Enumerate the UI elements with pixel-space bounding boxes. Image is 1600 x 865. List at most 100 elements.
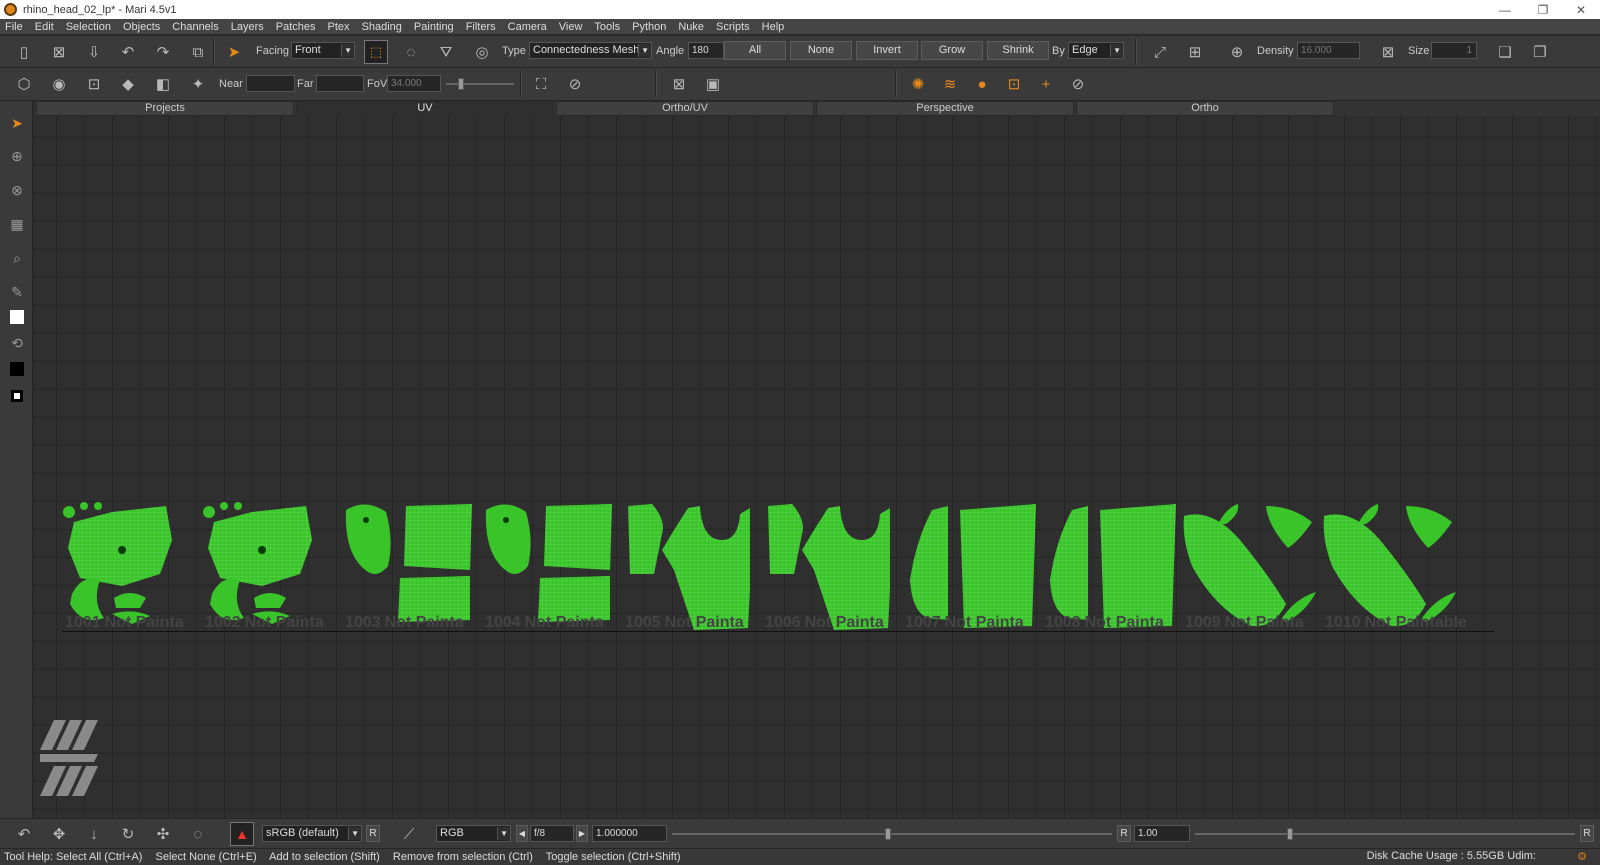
layout-icon[interactable]: ❏ <box>1493 40 1517 64</box>
save-project-icon[interactable]: ⇩ <box>82 40 106 64</box>
close-icon[interactable]: ✕ <box>1562 3 1600 17</box>
menu-ptex[interactable]: Ptex <box>328 21 350 33</box>
exposure-slider-knob[interactable] <box>884 828 891 840</box>
gamma-field[interactable]: 1.00 <box>1134 825 1190 842</box>
udim-tile[interactable]: 1006 Not Painta <box>762 500 902 632</box>
frame-selection-icon[interactable]: ⊡ <box>82 72 106 96</box>
palette-icon[interactable]: ❐ <box>1528 40 1552 64</box>
menu-file[interactable]: File <box>5 21 23 33</box>
fstop-decrease-button[interactable]: ◀ <box>516 825 528 842</box>
facing-dropdown[interactable]: Front ▼ <box>291 42 355 59</box>
menu-nuke[interactable]: Nuke <box>678 21 704 33</box>
wireframe-icon[interactable]: ⬡ <box>12 72 36 96</box>
menu-tools[interactable]: Tools <box>594 21 620 33</box>
fov-field[interactable]: 34.000 <box>387 75 441 92</box>
menu-layers[interactable]: Layers <box>231 21 264 33</box>
minimize-icon[interactable]: — <box>1486 3 1524 17</box>
move-down-icon[interactable]: ↓ <box>82 822 106 846</box>
tab-projects[interactable]: Projects <box>36 101 294 116</box>
fov-slider-track[interactable] <box>446 83 514 85</box>
camera-link-icon[interactable]: ⛶ <box>529 72 553 96</box>
paint-through-icon[interactable]: ⊕ <box>6 145 28 167</box>
grow-selection-button[interactable]: Grow <box>921 41 983 60</box>
zoom-icon[interactable]: ◌ <box>186 822 210 846</box>
udim-tile[interactable]: 1005 Not Painta <box>622 500 762 632</box>
target-box-icon[interactable]: ⊡ <box>1002 72 1026 96</box>
menu-view[interactable]: View <box>559 21 583 33</box>
zoom-brush-icon[interactable]: ⊗ <box>6 179 28 201</box>
shading-icon[interactable]: ◆ <box>116 72 140 96</box>
light-icon[interactable]: ✺ <box>906 72 930 96</box>
projector-icon[interactable]: ≋ <box>938 72 962 96</box>
swap-colors-icon[interactable]: ⟲ <box>6 332 28 354</box>
menu-edit[interactable]: Edit <box>35 21 54 33</box>
exposure-slider-track[interactable] <box>672 833 1112 835</box>
lighting-icon[interactable]: ◧ <box>151 72 175 96</box>
marquee-select-icon[interactable]: ⬚ <box>364 40 388 64</box>
tab-perspective[interactable]: Perspective <box>816 101 1074 116</box>
type-dropdown[interactable]: Connectedness Mesh ▼ <box>529 42 652 59</box>
invert-selection-button[interactable]: Invert <box>856 41 918 60</box>
near-field[interactable] <box>246 75 295 92</box>
udim-tile[interactable]: 1004 Not Painta <box>482 500 622 632</box>
lasso-select-icon[interactable]: ◌ <box>399 40 423 64</box>
gamma-reset-button[interactable]: R <box>1117 825 1131 842</box>
fill-view-icon[interactable]: ⊞ <box>1183 40 1207 64</box>
by-dropdown[interactable]: Edge ▼ <box>1068 42 1124 59</box>
pen-disabled-icon[interactable]: ⊘ <box>1066 72 1090 96</box>
menu-painting[interactable]: Painting <box>414 21 454 33</box>
udim-tile[interactable]: 1009 Not Painta <box>1182 500 1322 632</box>
search-icon[interactable]: ⌕ <box>6 247 28 269</box>
gamma-slider-knob[interactable] <box>1287 828 1293 840</box>
redo-history-icon[interactable]: ↷ <box>151 40 175 64</box>
rotate-icon[interactable]: ↻ <box>116 822 140 846</box>
eyedropper-icon[interactable]: ✎ <box>6 281 28 303</box>
select-arrow-icon[interactable]: ➤ <box>6 112 28 134</box>
undo-history-icon[interactable]: ↶ <box>116 40 140 64</box>
pan-icon[interactable]: ✥ <box>47 822 71 846</box>
camera-unlink-icon[interactable]: ⊘ <box>563 72 587 96</box>
archive-icon[interactable]: ⧉ <box>186 40 210 64</box>
transform-grid-icon[interactable]: ▦ <box>6 213 28 235</box>
uv-viewport[interactable]: 1001 Not Painta 1002 Not Painta 1003 Not Pa… <box>34 116 1600 818</box>
restore-icon[interactable]: ❐ <box>1524 3 1562 17</box>
sphere-shader-icon[interactable]: ● <box>970 72 994 96</box>
fstop-field[interactable]: f/8 <box>530 825 574 842</box>
end-reset-button[interactable]: R <box>1580 825 1594 842</box>
tab-ortho-uv[interactable]: Ortho/UV <box>556 101 814 116</box>
select-tool-icon[interactable]: ➤ <box>222 40 246 64</box>
size-field[interactable]: 1 <box>1431 42 1477 59</box>
fit-view-icon[interactable]: ⤢ <box>1148 40 1172 64</box>
menu-filters[interactable]: Filters <box>466 21 496 33</box>
shrink-selection-button[interactable]: Shrink <box>987 41 1049 60</box>
status-gear-icon[interactable]: ⚙ <box>1568 850 1596 863</box>
polygon-select-icon[interactable]: ⛛ <box>434 40 458 64</box>
tab-ortho[interactable]: Ortho <box>1076 101 1334 116</box>
exposure-field[interactable]: 1.000000 <box>592 825 667 842</box>
menu-shading[interactable]: Shading <box>362 21 402 33</box>
colorspace-dropdown[interactable]: sRGB (default) ▼ <box>262 825 362 842</box>
udim-tile[interactable]: 1007 Not Painta <box>902 500 1042 632</box>
udim-tile[interactable]: 1001 Not Painta <box>62 500 202 632</box>
channel-dropdown[interactable]: RGB ▼ <box>436 825 511 842</box>
menu-objects[interactable]: Objects <box>123 21 160 33</box>
density-field[interactable]: 16.000 <box>1297 42 1360 59</box>
menu-channels[interactable]: Channels <box>172 21 218 33</box>
lut-icon[interactable]: ⟋ <box>397 822 421 846</box>
add-icon[interactable]: + <box>1034 72 1058 96</box>
reset-colors-icon[interactable] <box>6 385 28 407</box>
close-project-icon[interactable]: ⊠ <box>47 40 71 64</box>
menu-python[interactable]: Python <box>632 21 666 33</box>
fstop-increase-button[interactable]: ▶ <box>576 825 588 842</box>
colorspace-reset-button[interactable]: R <box>366 825 380 842</box>
udim-tile[interactable]: 1002 Not Painta <box>202 500 342 632</box>
gamma-slider-track[interactable] <box>1195 833 1575 835</box>
eye-view-icon[interactable]: ◉ <box>47 72 71 96</box>
rotate-left-icon[interactable]: ↶ <box>12 822 36 846</box>
color-manager-icon[interactable]: ▲ <box>230 822 254 846</box>
angle-field[interactable]: 180 <box>688 42 724 59</box>
menu-scripts[interactable]: Scripts <box>716 21 750 33</box>
globe-density-icon[interactable]: ⊕ <box>1225 40 1249 64</box>
new-project-icon[interactable]: ▯ <box>12 40 36 64</box>
mesh-display-icon[interactable]: ✦ <box>186 72 210 96</box>
